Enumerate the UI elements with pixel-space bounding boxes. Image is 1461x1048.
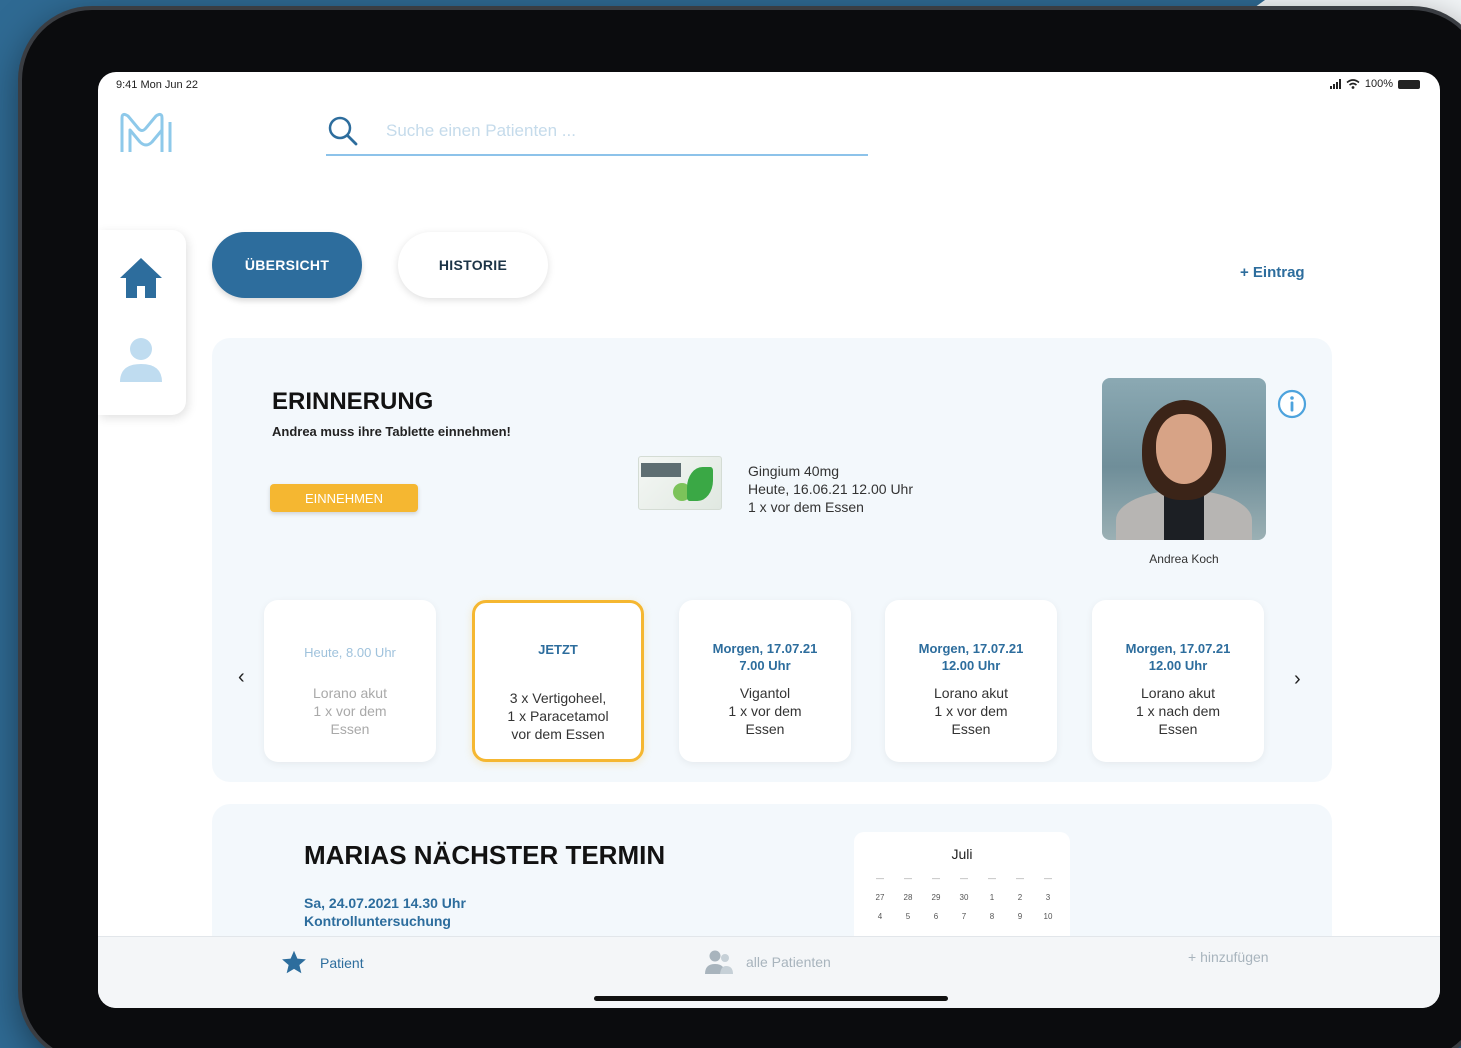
medication-time: Heute, 16.06.21 12.00 Uhr [748,481,914,497]
patient-search[interactable] [326,108,868,156]
medication-image [638,456,722,510]
schedule-medication: Lorano akut 1 x vor dem Essen [313,685,387,737]
tab-history[interactable]: HISTORIE [398,232,548,298]
schedule-time: Morgen, 17.07.21 7.00 Uhr [712,641,818,673]
signal-icon [1329,79,1341,89]
take-medication-button[interactable]: EINNEHMEN [270,484,418,512]
appointment-type: Kontrolluntersuchung [304,913,451,929]
nav-add[interactable]: + hinzufügen [1188,949,1269,965]
schedule-time: Morgen, 17.07.21 12.00 Uhr [918,641,1024,673]
tab-overview[interactable]: ÜBERSICHT [212,232,362,298]
calendar-day[interactable]: 6 [922,912,950,921]
schedule-time: Morgen, 17.07.21 12.00 Uhr [1125,641,1231,673]
schedule-card[interactable]: Morgen, 17.07.21 7.00 Uhr Vigantol 1 x vo… [679,600,851,762]
calendar-day[interactable]: 5 [894,912,922,921]
schedule-card[interactable]: Morgen, 17.07.21 12.00 Uhr Lorano akut 1 … [1092,600,1264,762]
status-time: 9:41 Mon Jun 22 [116,79,198,91]
wifi-icon [1346,79,1360,89]
calendar-day[interactable]: 27 [866,893,894,902]
calendar-day[interactable]: 8 [978,912,1006,921]
calendar-weekday: — [904,874,912,883]
schedule-card[interactable]: Heute, 8.00 Uhr Lorano akut 1 x vor dem E… [264,600,436,762]
nav-add-label: + hinzufügen [1188,949,1269,965]
app-logo[interactable] [116,108,176,158]
calendar-day[interactable]: 30 [950,893,978,902]
schedule-time: JETZT [538,642,578,657]
nav-all-patients-label: alle Patienten [746,954,831,970]
appointment-date: Sa, 24.07.2021 14.30 Uhr [304,895,466,911]
schedule-card[interactable]: Morgen, 17.07.21 12.00 Uhr Lorano akut 1 … [885,600,1057,762]
add-entry-button[interactable]: + Eintrag [1240,264,1305,281]
patient-photo [1102,378,1266,540]
calendar-weekday: — [1016,874,1024,883]
calendar-month: Juli [951,846,973,862]
info-icon[interactable] [1276,388,1308,420]
status-indicators: 100% [1329,78,1420,90]
battery-icon [1398,79,1420,89]
calendar-weekday: — [1044,874,1052,883]
calendar-weekday: — [876,874,884,883]
schedule-next-button[interactable]: › [1294,668,1301,691]
calendar-day[interactable]: 4 [866,912,894,921]
star-icon [282,950,306,974]
calendar-day[interactable]: 9 [1006,912,1034,921]
calendar-day[interactable]: 29 [922,893,950,902]
reminder-subtitle: Andrea muss ihre Tablette einnehmen! [272,424,511,439]
app-screen: 9:41 Mon Jun 22 100% Suche einen Patient… [98,72,1440,1008]
calendar-weekday: — [932,874,940,883]
calendar-day[interactable]: 1 [978,893,1006,902]
search-input[interactable] [386,118,846,144]
schedule-medication: Lorano akut 1 x vor dem Essen [934,685,1008,737]
nav-all-patients[interactable]: alle Patienten [704,949,831,975]
schedule-medication: 3 x Vertigoheel, 1 x Paracetamol vor dem… [507,690,609,742]
battery-percent: 100% [1364,78,1393,90]
nav-patient-label: Patient [320,955,364,971]
home-icon[interactable] [118,256,164,300]
schedule-medication: Vigantol 1 x vor dem Essen [728,685,802,737]
calendar-day[interactable]: 10 [1034,912,1062,921]
medication-dose: 1 x vor dem Essen [748,499,864,515]
appointment-title: MARIAS NÄCHSTER TERMIN [304,840,666,870]
reminder-title: ERINNERUNG [272,388,434,415]
appointment-details: Sa, 24.07.2021 14.30 Uhr Kontrolluntersu… [304,894,466,930]
calendar-day[interactable]: 7 [950,912,978,921]
home-indicator[interactable] [594,996,948,1001]
calendar-day[interactable]: 3 [1034,893,1062,902]
schedule-card[interactable]: JETZT 3 x Vertigoheel, 1 x Paracetamol vo… [472,600,644,762]
calendar-day[interactable]: 28 [894,893,922,902]
medication-info: Gingium 40mg Heute, 16.06.21 12.00 Uhr 1… [748,462,913,516]
schedule-prev-button[interactable]: ‹ [238,666,245,689]
tablet-frame: 9:41 Mon Jun 22 100% Suche einen Patient… [22,10,1461,1048]
user-icon[interactable] [118,336,164,384]
side-navigation [98,230,186,415]
schedule-medication: Lorano akut 1 x nach dem Essen [1135,685,1221,737]
calendar-grid: — — — — — — — 27 28 29 30 1 2 3 4 5 6 7 8 9 10 [866,874,1062,921]
calendar-day[interactable]: 2 [1006,893,1034,902]
status-bar: 9:41 Mon Jun 22 100% [98,72,1440,96]
calendar-weekday: — [988,874,996,883]
users-icon [705,950,733,974]
schedule-time: Heute, 8.00 Uhr [304,645,396,660]
calendar-weekday: — [960,874,968,883]
search-icon[interactable] [326,114,360,148]
medication-name: Gingium 40mg [748,463,840,479]
patient-name: Andrea Koch [1149,552,1219,566]
reminder-card: ERINNERUNG Andrea muss ihre Tablette ein… [212,338,1332,782]
nav-patient[interactable]: Patient [280,949,364,977]
